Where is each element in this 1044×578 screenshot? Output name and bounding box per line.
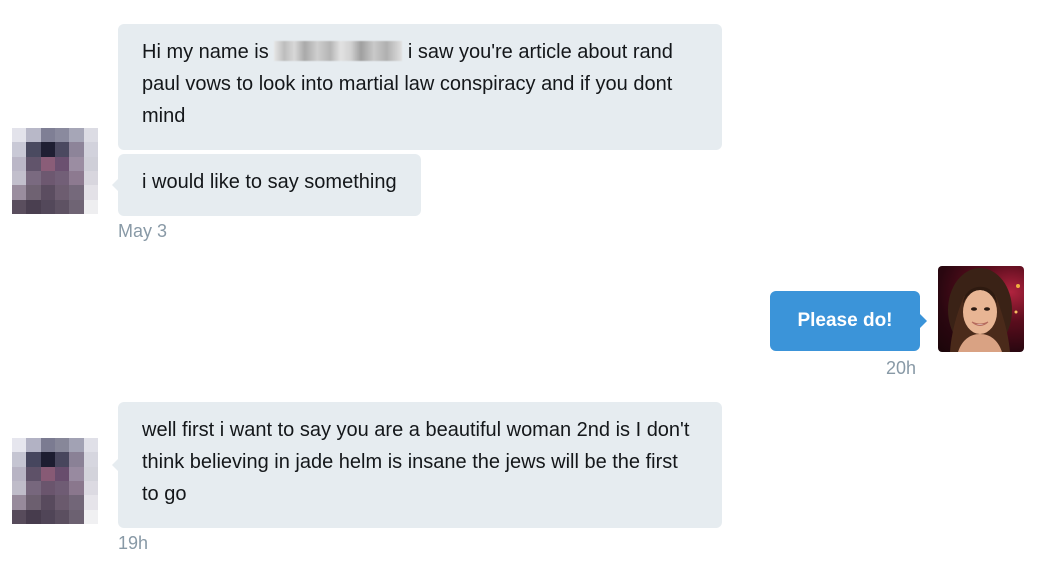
incoming-message-bubble: i would like to say something — [112, 154, 421, 216]
message-text: i would like to say something — [142, 171, 397, 193]
blurred-name-icon — [274, 41, 403, 61]
message-timestamp: 19h — [118, 533, 149, 553]
outgoing-message-bubble: Please do! — [770, 291, 927, 351]
profile-photo-icon[interactable] — [938, 266, 1024, 352]
sender-avatar[interactable] — [12, 128, 98, 214]
sender-avatar[interactable] — [12, 438, 98, 524]
message-timestamp: May 3 — [118, 221, 168, 241]
incoming-message-bubble: well first i want to say you are a beaut… — [112, 402, 722, 528]
message-text: well first i want to say you are a beaut… — [142, 419, 690, 505]
incoming-message-bubble: Hi my name is i saw you're article about… — [118, 24, 722, 150]
message-text: Please do! — [797, 310, 893, 331]
message-text-before-name: Hi my name is — [142, 41, 269, 63]
message-timestamp: 20h — [886, 358, 917, 378]
dm-thread: Hi my name is i saw you're article about… — [0, 0, 1044, 578]
